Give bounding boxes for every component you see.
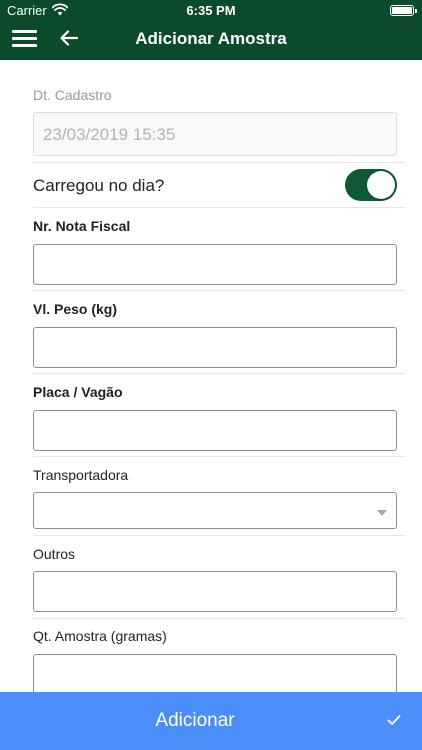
add-button-label: Adicionar (155, 710, 235, 731)
carregou-toggle[interactable] (345, 169, 397, 201)
placa-input[interactable] (33, 410, 397, 451)
peso-input[interactable] (33, 327, 397, 368)
page-title: Adicionar Amostra (135, 29, 287, 48)
toggle-knob (367, 171, 395, 199)
dt-cadastro-label: Dt. Cadastro (33, 87, 112, 103)
sample-form: Dt. Cadastro 23/03/2019 15:35 Carregou n… (0, 60, 422, 692)
qt-amostra-label: Qt. Amostra (gramas) (33, 628, 167, 644)
dt-cadastro-field: 23/03/2019 15:35 (33, 112, 397, 156)
divider (33, 162, 405, 163)
clock: 6:35 PM (186, 3, 236, 18)
nota-fiscal-input[interactable] (33, 244, 397, 285)
outros-input[interactable] (33, 571, 397, 612)
chevron-down-icon (377, 510, 387, 516)
divider (33, 207, 405, 208)
divider (33, 290, 405, 291)
navigation-bar: Carrier 6:35 PM Adicionar Amostra (0, 0, 422, 60)
checkmark-icon (387, 715, 401, 725)
divider (33, 373, 405, 374)
dt-cadastro-value: 23/03/2019 15:35 (43, 125, 176, 144)
app-screen: Carrier 6:35 PM Adicionar Amostra Dt. Ca… (0, 0, 422, 750)
nota-fiscal-label: Nr. Nota Fiscal (33, 218, 131, 234)
divider (33, 618, 405, 619)
placa-label: Placa / Vagão (33, 384, 123, 400)
battery-icon (390, 5, 417, 16)
transportadora-select[interactable] (33, 492, 397, 529)
carregou-label: Carregou no dia? (33, 176, 165, 195)
qt-amostra-input[interactable] (33, 654, 397, 692)
outros-label: Outros (33, 546, 76, 562)
add-button[interactable]: Adicionar (0, 692, 422, 750)
divider (33, 456, 405, 457)
status-bar: Carrier 6:35 PM (0, 0, 422, 22)
peso-label: Vl. Peso (kg) (33, 301, 118, 317)
divider (33, 535, 405, 536)
transportadora-label: Transportadora (33, 467, 129, 483)
